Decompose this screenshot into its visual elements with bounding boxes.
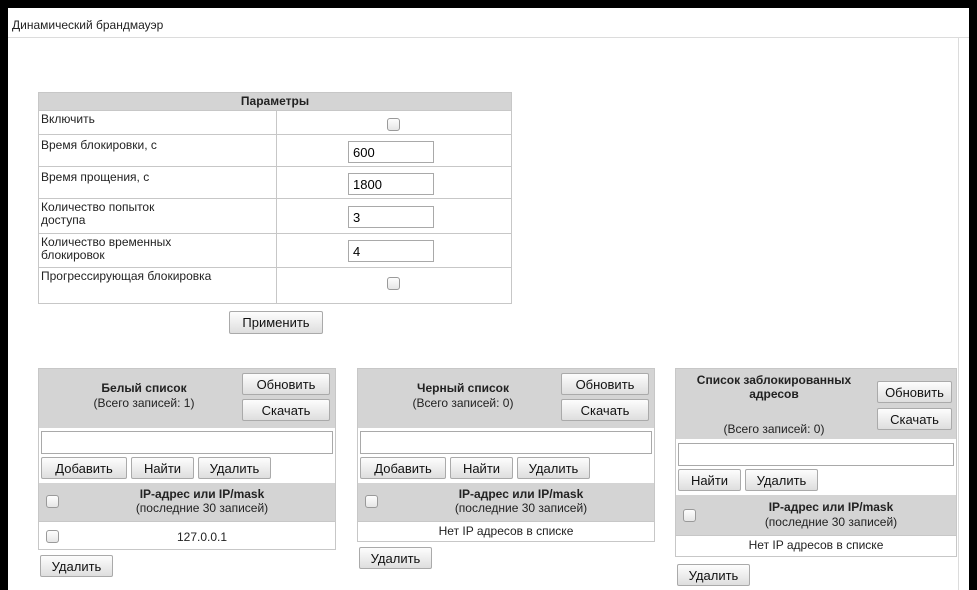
param-row-block-time: Время блокировки, с [39,134,511,166]
blocked-refresh-button[interactable]: Обновить [877,381,952,403]
whitelist-add-button[interactable]: Добавить [41,457,127,479]
blocked-col-title: IP-адрес или IP/mask [768,500,894,514]
column-separator [276,135,277,166]
whitelist-bottom-delete-button[interactable]: Удалить [40,555,113,577]
column-separator [276,268,277,303]
blacklist-count: (Всего записей: 0) [412,396,514,410]
table-row: 127.0.0.1 [39,521,335,549]
blocked-empty-message: Нет IP адресов в списке [676,535,956,556]
forgive-time-label: Время прощения, с [41,170,150,184]
window-frame-top [0,0,977,8]
whitelist-title: Белый список [101,381,187,395]
blocked-bottom-delete-button[interactable]: Удалить [677,564,750,586]
param-row-progressive: Прогрессирующая блокировка [39,267,511,303]
blocked-panel: Список заблокированных адресов (Всего за… [675,368,957,557]
param-row-temp-blocks: Количество временных блокировок [39,233,511,267]
blocked-delete-button[interactable]: Удалить [745,469,818,491]
blacklist-column-header: IP-адрес или IP/mask (последние 30 запис… [358,483,654,521]
page-header: Динамический брандмауэр [8,8,969,38]
blocked-filter-input[interactable] [678,443,954,466]
param-row-enable: Включить [39,110,511,134]
blocked-col-sub: (последние 30 записей) [764,515,898,529]
whitelist-download-button[interactable]: Скачать [242,399,330,421]
progressive-label: Прогрессирующая блокировка [41,269,212,283]
attempts-input[interactable] [348,206,434,228]
progressive-checkbox[interactable] [387,277,400,290]
temp-blocks-label: Количество временных блокировок [41,235,172,262]
whitelist-delete-button[interactable]: Удалить [198,457,271,479]
blacklist-filter-input[interactable] [360,431,652,454]
blacklist-select-all-checkbox[interactable] [365,495,378,508]
forgive-time-input[interactable] [348,173,434,195]
whitelist-column-header: IP-адрес или IP/mask (последние 30 запис… [39,483,335,521]
blacklist-add-button[interactable]: Добавить [360,457,446,479]
apply-button[interactable]: Применить [229,311,323,334]
whitelist-find-button[interactable]: Найти [131,457,194,479]
content-divider [958,38,959,590]
blacklist-title: Черный список [417,381,509,395]
blacklist-bottom-delete-button[interactable]: Удалить [359,547,432,569]
whitelist-count: (Всего записей: 1) [93,396,195,410]
param-row-attempts: Количество попыток доступа [39,198,511,233]
block-time-label: Время блокировки, с [41,138,157,152]
params-header: Параметры [39,93,511,110]
blacklist-find-button[interactable]: Найти [450,457,513,479]
column-separator [276,167,277,198]
blacklist-col-title: IP-адрес или IP/mask [458,487,584,501]
blocked-title: Список заблокированных адресов [696,373,852,401]
whitelist-select-all-checkbox[interactable] [46,495,59,508]
enable-checkbox[interactable] [387,118,400,131]
row-ip: 127.0.0.1 [176,530,228,544]
blacklist-download-button[interactable]: Скачать [561,399,649,421]
blocked-count: (Всего записей: 0) [723,422,825,436]
whitelist-col-sub: (последние 30 записей) [135,501,269,515]
page-title: Динамический брандмауэр [12,18,164,32]
blocked-download-button[interactable]: Скачать [877,408,952,430]
enable-label: Включить [41,112,95,126]
param-row-forgive-time: Время прощения, с [39,166,511,198]
blacklist-col-sub: (последние 30 записей) [454,501,588,515]
temp-blocks-input[interactable] [348,240,434,262]
whitelist-panel: Белый список (Всего записей: 1) Обновить… [38,368,336,550]
whitelist-filter-input[interactable] [41,431,333,454]
blacklist-panel: Черный список (Всего записей: 0) Обновит… [357,368,655,542]
window-frame-left [0,0,8,590]
blacklist-empty-message: Нет IP адресов в списке [358,521,654,541]
blocked-find-button[interactable]: Найти [678,469,741,491]
attempts-label: Количество попыток доступа [41,200,155,227]
blocked-column-header: IP-адрес или IP/mask (последние 30 запис… [676,495,956,535]
column-separator [276,199,277,233]
row-checkbox[interactable] [46,530,59,543]
column-separator [276,111,277,134]
blocked-select-all-checkbox[interactable] [683,509,696,522]
whitelist-col-title: IP-адрес или IP/mask [139,487,265,501]
window-frame-right [969,0,977,590]
params-table: Параметры Включить Время блокировки, с В… [38,92,512,304]
block-time-input[interactable] [348,141,434,163]
blacklist-refresh-button[interactable]: Обновить [561,373,649,395]
blacklist-delete-button[interactable]: Удалить [517,457,590,479]
whitelist-refresh-button[interactable]: Обновить [242,373,330,395]
column-separator [276,234,277,267]
